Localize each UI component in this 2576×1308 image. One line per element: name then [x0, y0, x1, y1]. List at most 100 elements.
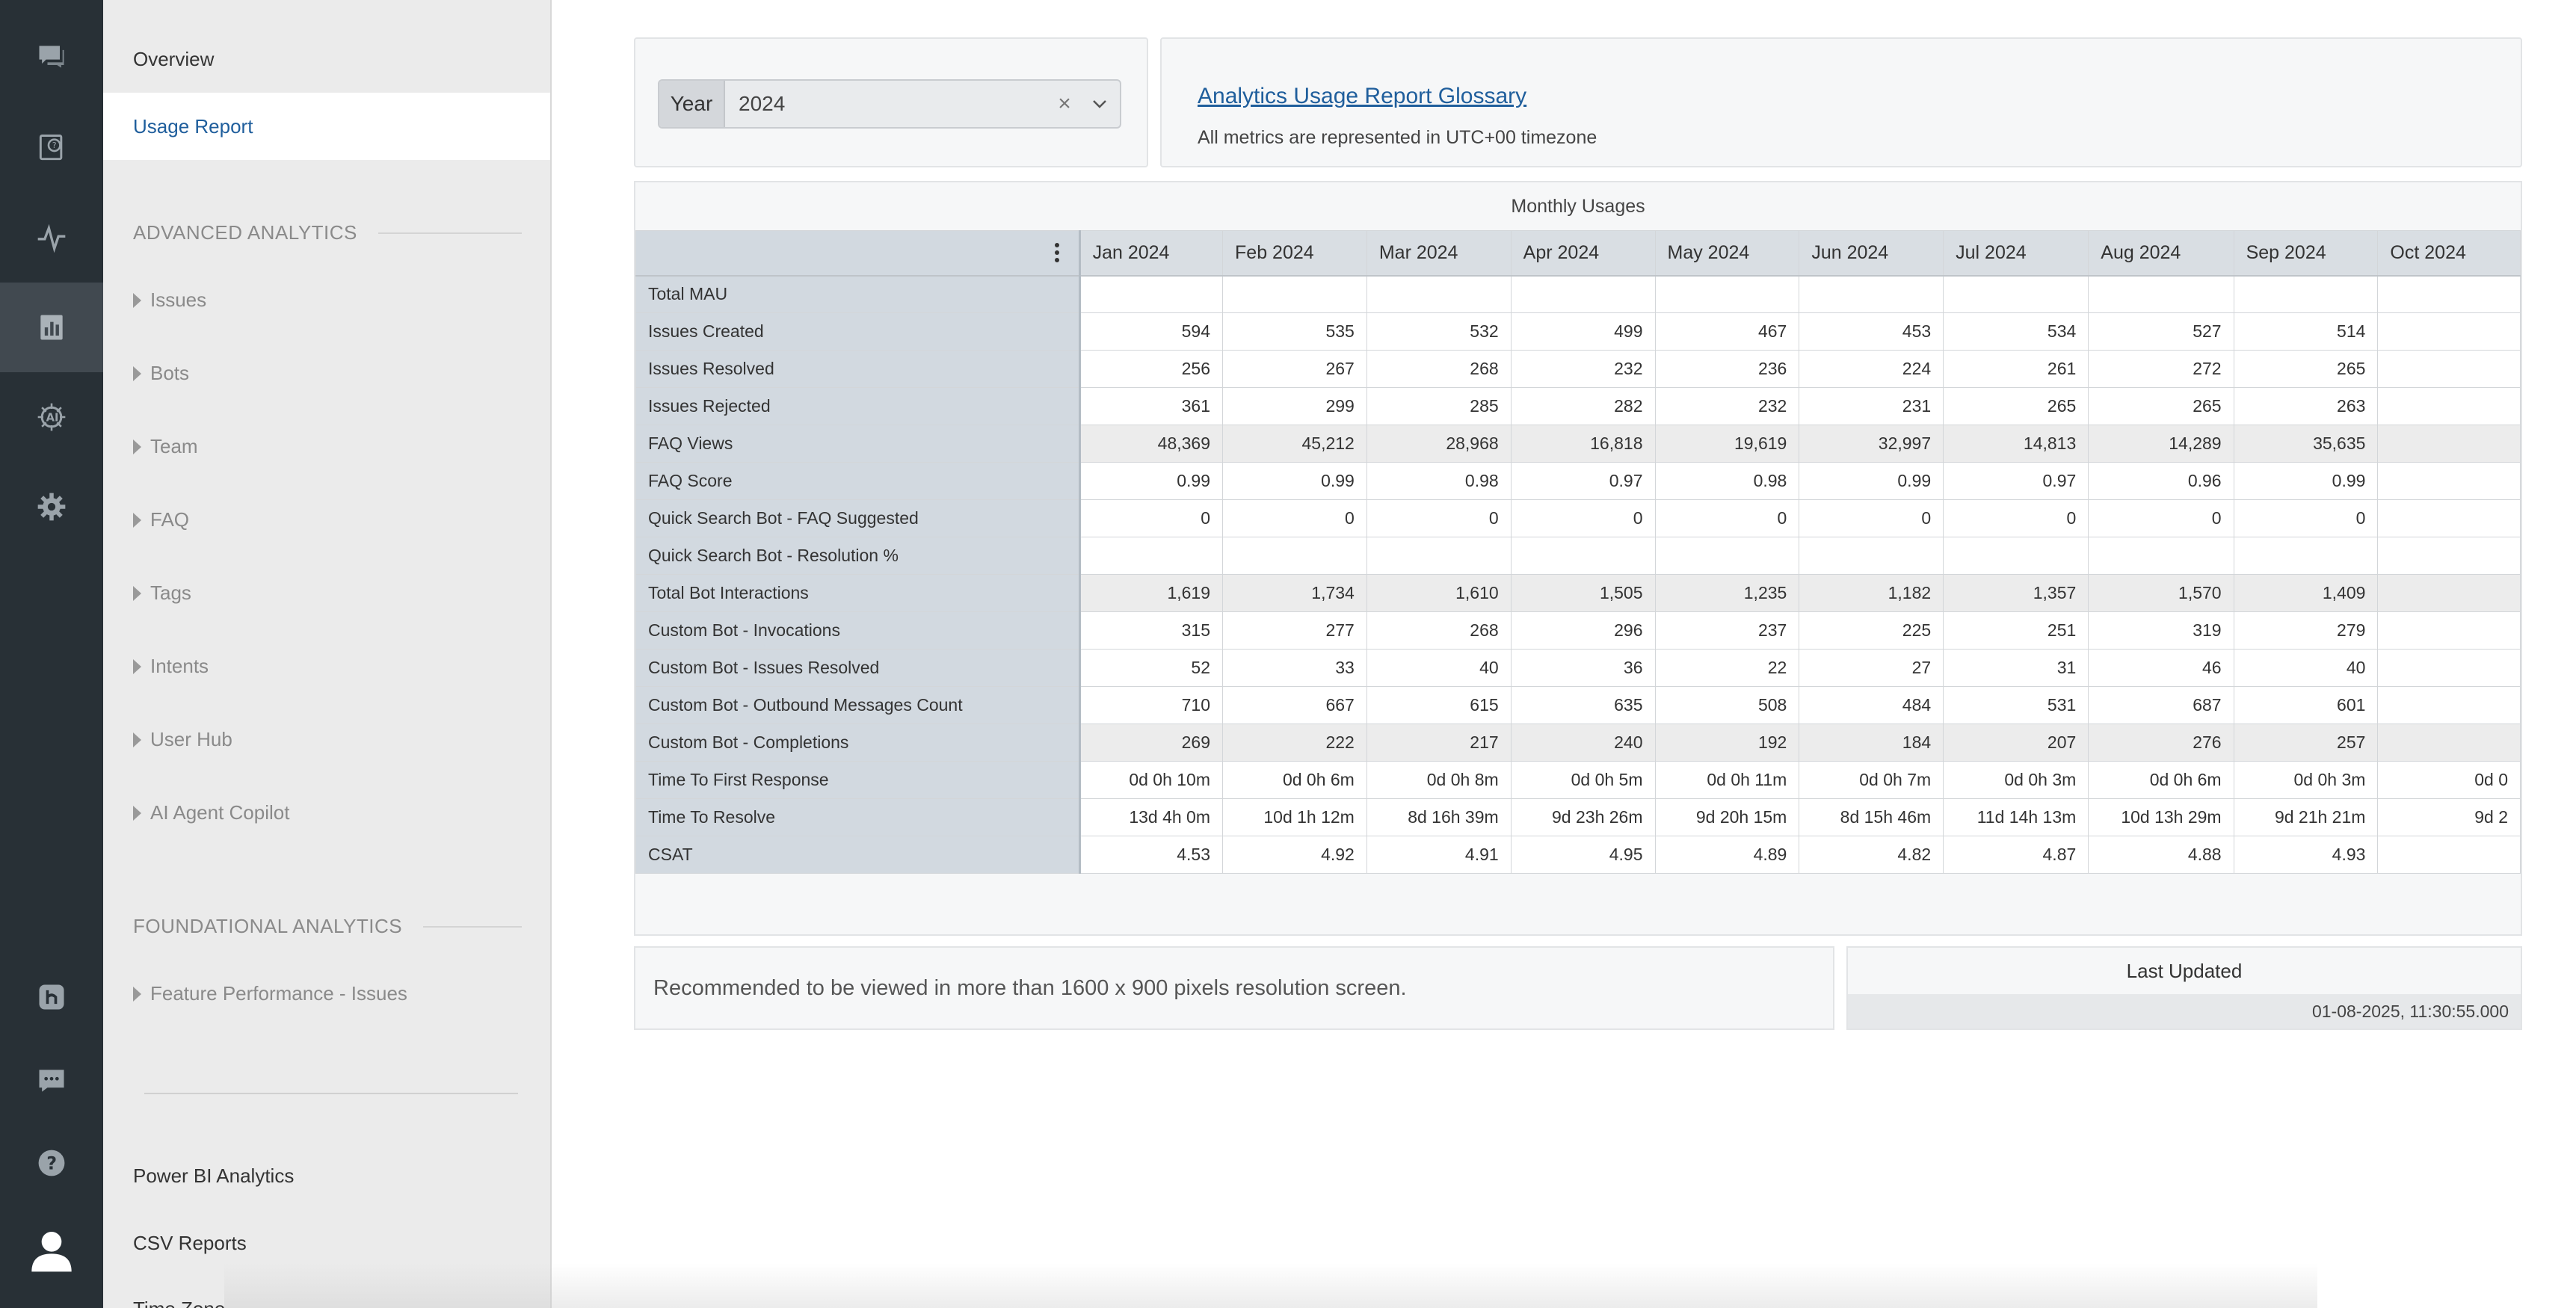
table-cell: 0d 0h 8m: [1366, 761, 1512, 799]
table-cell: 0.99: [1799, 462, 1944, 500]
table-cell: [1079, 275, 1224, 313]
year-filter-value[interactable]: 2024: [725, 92, 1050, 116]
table-cell: 4.53: [1079, 836, 1224, 874]
table-cell: 1,734: [1222, 574, 1367, 612]
nav-user-hub[interactable]: User Hub: [133, 728, 232, 751]
table-cell: 0: [1222, 499, 1367, 537]
help-question-icon[interactable]: ?: [0, 1118, 103, 1208]
row-label: Time To First Response: [635, 761, 1081, 799]
nav-overview[interactable]: Overview: [103, 25, 550, 93]
table-row: Quick Search Bot - Resolution %: [635, 537, 2521, 575]
analytics-bar-chart-icon[interactable]: [0, 283, 103, 372]
nav-csv-reports[interactable]: CSV Reports: [133, 1232, 247, 1255]
table-cell: 192: [1654, 724, 1800, 762]
table-cell: 272: [2088, 350, 2234, 388]
table-cell: 0d 0h 3m: [2233, 761, 2379, 799]
table-cell: 8d 15h 46m: [1799, 798, 1944, 836]
table-cell: 13d 4h 0m: [1079, 798, 1224, 836]
table-cell: 16,818: [1510, 425, 1656, 463]
column-header[interactable]: Jul 2024: [1943, 230, 2089, 277]
messages-icon[interactable]: [0, 1036, 103, 1126]
row-label: Custom Bot - Issues Resolved: [635, 649, 1081, 687]
column-header[interactable]: Sep 2024: [2233, 230, 2379, 277]
table-cell: 315: [1079, 611, 1224, 650]
table-cell: [2233, 537, 2379, 575]
table-cell: 4.93: [2233, 836, 2379, 874]
row-label: Custom Bot - Outbound Messages Count: [635, 686, 1081, 724]
table-cell: [1222, 275, 1367, 313]
row-label: Total Bot Interactions: [635, 574, 1081, 612]
column-header[interactable]: Apr 2024: [1510, 230, 1656, 277]
table-cell: 184: [1799, 724, 1944, 762]
table-cell: 0: [1510, 499, 1656, 537]
table-cell: 0.97: [1510, 462, 1656, 500]
glossary-link[interactable]: Analytics Usage Report Glossary: [1198, 84, 1526, 109]
table-row: Time To First Response 0d 0h 10m 0d 0h 6m 0…: [635, 761, 2521, 799]
kebab-menu-icon[interactable]: [1054, 243, 1059, 265]
nav-issues[interactable]: Issues: [133, 289, 206, 312]
nav-faq[interactable]: FAQ: [133, 508, 189, 531]
column-header[interactable]: Feb 2024: [1222, 230, 1367, 277]
table-cell: 11d 14h 13m: [1943, 798, 2089, 836]
table-cell: 4.92: [1222, 836, 1367, 874]
nav-power-bi-analytics[interactable]: Power BI Analytics: [133, 1164, 294, 1188]
table-row: Issues Rejected 361 299 285 282 232 231 265 265 2…: [635, 387, 2521, 425]
nav-feature-performance-issues[interactable]: Feature Performance - Issues: [133, 982, 407, 1005]
chevron-down-icon[interactable]: [1079, 99, 1120, 109]
nav-time-zone[interactable]: Time Zone: [133, 1298, 225, 1308]
nav-usage-report[interactable]: Usage Report: [103, 93, 550, 160]
table-cell: 256: [1079, 350, 1224, 388]
table-cell: [2377, 574, 2521, 612]
nav-ai-agent-copilot[interactable]: AI Agent Copilot: [133, 801, 289, 824]
table-cell: [1510, 275, 1656, 313]
user-avatar-icon[interactable]: [0, 1205, 103, 1295]
helpshift-h-icon[interactable]: [0, 952, 103, 1042]
table-cell: 0.99: [1079, 462, 1224, 500]
table-cell: 0.99: [2233, 462, 2379, 500]
column-header[interactable]: Jun 2024: [1799, 230, 1944, 277]
table-cell: 0.98: [1366, 462, 1512, 500]
table-row: Total MAU: [635, 275, 2521, 313]
table-cell: 265: [1943, 387, 2089, 425]
column-header[interactable]: Jan 2024: [1079, 230, 1224, 277]
table-cell: 0d 0h 11m: [1654, 761, 1800, 799]
column-header[interactable]: May 2024: [1654, 230, 1800, 277]
column-header[interactable]: Oct 2024: [2377, 230, 2521, 277]
monthly-usage-table: Jan 2024 Feb 2024 Mar 2024 Apr 2024 May …: [635, 230, 2521, 874]
table-cell: 0.99: [1222, 462, 1367, 500]
caret-right-icon: [133, 512, 141, 528]
table-cell: 251: [1943, 611, 2089, 650]
table-cell: 9d 20h 15m: [1654, 798, 1800, 836]
table-cell: 1,409: [2233, 574, 2379, 612]
table-cell: 1,235: [1654, 574, 1800, 612]
table-cell: [2377, 686, 2521, 724]
nav-intents[interactable]: Intents: [133, 655, 209, 678]
clear-icon[interactable]: ×: [1050, 91, 1079, 117]
table-cell: 48,369: [1079, 425, 1224, 463]
nav-faq-label: FAQ: [150, 508, 190, 531]
column-header[interactable]: Aug 2024: [2088, 230, 2234, 277]
table-row: FAQ Score 0.99 0.99 0.98 0.97 0.98 0.99 0.97 0.9…: [635, 462, 2521, 500]
table-cell: 46: [2088, 649, 2234, 687]
nav-tags[interactable]: Tags: [133, 581, 191, 605]
table-cell: 601: [2233, 686, 2379, 724]
table-cell: 635: [1510, 686, 1656, 724]
table-cell: 279: [2233, 611, 2379, 650]
nav-team[interactable]: Team: [133, 435, 198, 458]
resolution-recommendation-text: Recommended to be viewed in more than 16…: [653, 975, 1407, 1000]
table-cell: 10d 1h 12m: [1222, 798, 1367, 836]
chat-bubble-icon[interactable]: [0, 12, 103, 102]
nav-feature-performance-issues-label: Feature Performance - Issues: [150, 982, 407, 1005]
column-header[interactable]: Mar 2024: [1366, 230, 1512, 277]
settings-gear-icon[interactable]: [0, 462, 103, 552]
ai-brain-icon[interactable]: AI: [0, 372, 103, 462]
activity-pulse-icon[interactable]: [0, 193, 103, 283]
year-filter[interactable]: Year 2024 ×: [658, 79, 1121, 129]
nav-bots[interactable]: Bots: [133, 362, 189, 385]
faq-help-icon[interactable]: ?: [0, 103, 103, 193]
table-cell: 361: [1079, 387, 1224, 425]
table-cell: 225: [1799, 611, 1944, 650]
last-updated-title: Last Updated: [2126, 959, 2243, 982]
table-cell: 0d 0h 3m: [1943, 761, 2089, 799]
table-cell: 31: [1943, 649, 2089, 687]
